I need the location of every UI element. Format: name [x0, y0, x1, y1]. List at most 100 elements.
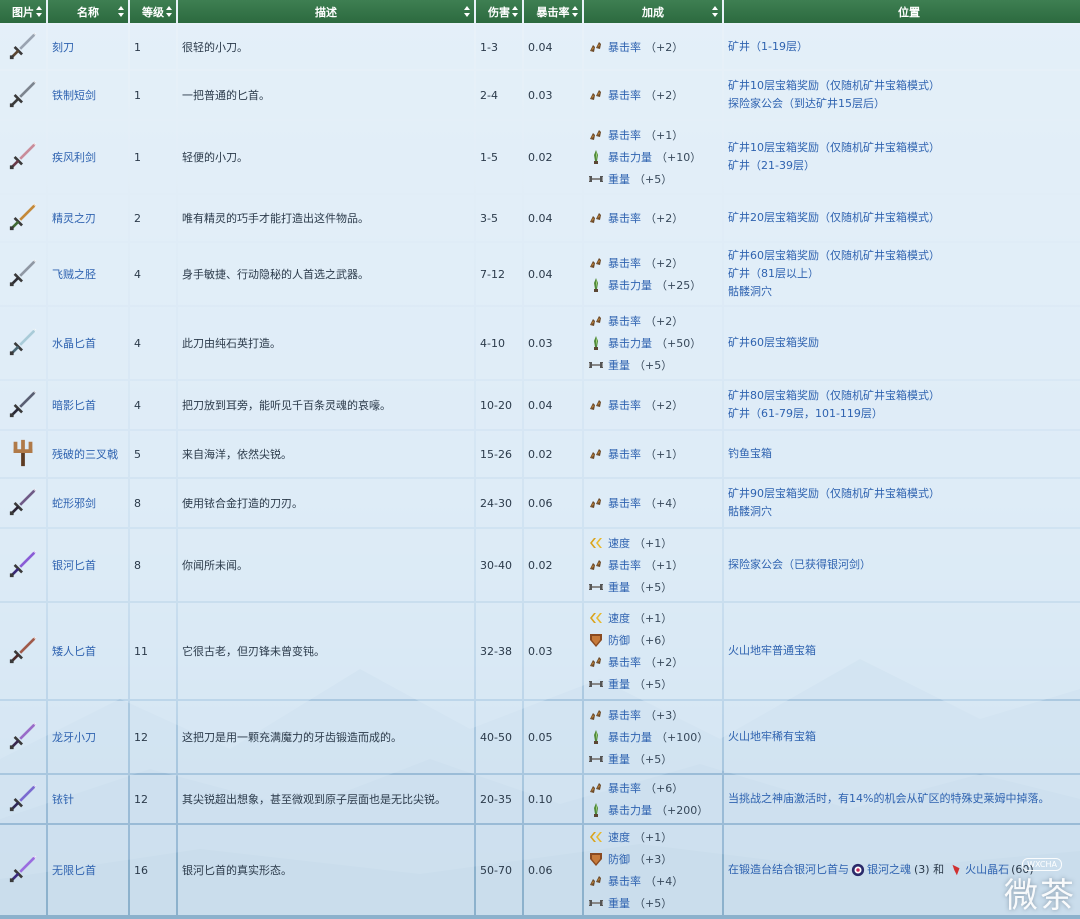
column-header-desc[interactable]: 描述	[178, 0, 474, 23]
weapon-name-link[interactable]: 飞贼之胫	[48, 243, 128, 305]
weapon-name-link[interactable]: 水晶匕首	[48, 307, 128, 379]
location-link[interactable]: 火山地牢稀有宝箱	[728, 730, 816, 743]
column-header-crit[interactable]: 暴击率	[524, 0, 582, 23]
location-link[interactable]: 当挑战之神庙激活时，有14%的机会从矿区的特殊史莱姆中掉落。	[728, 792, 1049, 805]
weapon-name-link[interactable]: 刻刀	[48, 25, 128, 69]
bonus-name-link[interactable]: 重量	[608, 579, 630, 595]
location-link[interactable]: 矿井10层宝箱奖励（仅随机矿井宝箱模式）	[728, 141, 940, 154]
bonus-name-link[interactable]: 暴击力量	[608, 335, 652, 351]
location-link[interactable]: 探险家公会（已获得银河剑）	[728, 558, 871, 571]
weapon-name-link[interactable]: 银河匕首	[48, 529, 128, 601]
dagger-icon[interactable]	[8, 783, 38, 813]
dagger-icon[interactable]	[8, 202, 38, 232]
weapon-name-link[interactable]: 矮人匕首	[48, 603, 128, 699]
weapon-name-link[interactable]: 无限匕首	[48, 825, 128, 915]
location-link[interactable]: 矿井（61-79层，101-119层）	[728, 407, 883, 420]
sort-icon[interactable]	[118, 6, 125, 17]
dagger-icon[interactable]	[8, 327, 38, 357]
location-link[interactable]: 矿井10层宝箱奖励（仅随机矿井宝箱模式）	[728, 79, 940, 92]
bonus-name-link[interactable]: 暴击率	[608, 495, 641, 511]
bonus-name-link[interactable]: 暴击率	[608, 313, 641, 329]
dagger-icon[interactable]	[8, 635, 38, 665]
bonus-name-link[interactable]: 重量	[608, 895, 630, 911]
bonus-name-link[interactable]: 重量	[608, 357, 630, 373]
galaxy-soul-link[interactable]: 银河之魂	[867, 863, 911, 876]
weapon-damage: 20-35	[476, 775, 522, 823]
bonus-name-link[interactable]: 暴击率	[608, 210, 641, 226]
dagger-icon[interactable]	[8, 141, 38, 171]
dagger-icon[interactable]	[8, 721, 38, 751]
location-link[interactable]: 矿井90层宝箱奖励（仅随机矿井宝箱模式）	[728, 487, 940, 500]
column-header-damage[interactable]: 伤害	[476, 0, 522, 23]
bonus-item: 暴击率 （+4）	[588, 870, 718, 892]
bonus-name-link[interactable]: 暴击率	[608, 127, 641, 143]
bonus-name-link[interactable]: 防御	[608, 632, 630, 648]
weapon-name-link[interactable]: 精灵之刃	[48, 195, 128, 241]
bonus-name-link[interactable]: 暴击力量	[608, 277, 652, 293]
location-link[interactable]: 矿井20层宝箱奖励（仅随机矿井宝箱模式）	[728, 211, 940, 224]
bonus-name-link[interactable]: 重量	[608, 751, 630, 767]
bonus-name-link[interactable]: 速度	[608, 829, 630, 845]
location-link[interactable]: 探险家公会（到达矿井15层后）	[728, 97, 885, 110]
location-link[interactable]: 钓鱼宝箱	[728, 447, 772, 460]
column-header-name[interactable]: 名称	[48, 0, 128, 23]
bonus-name-link[interactable]: 重量	[608, 676, 630, 692]
bonus-name-link[interactable]: 暴击率	[608, 873, 641, 889]
dagger-icon[interactable]	[8, 487, 38, 517]
dagger-icon[interactable]	[8, 549, 38, 579]
bonus-name-link[interactable]: 暴击率	[608, 446, 641, 462]
dagger-icon[interactable]	[8, 854, 38, 884]
location-link[interactable]: 矿井60层宝箱奖励（仅随机矿井宝箱模式）	[728, 249, 940, 262]
bonus-name-link[interactable]: 速度	[608, 610, 630, 626]
bonus-name-link[interactable]: 暴击率	[608, 397, 641, 413]
dagger-icon[interactable]	[8, 31, 38, 61]
bonus-name-link[interactable]: 暴击率	[608, 707, 641, 723]
volcano-stone-link[interactable]: 火山晶石	[965, 863, 1009, 876]
location-link[interactable]: 矿井（1-19层）	[728, 40, 808, 53]
weapon-name-link[interactable]: 疾风利剑	[48, 121, 128, 193]
location-link[interactable]: 在锻造台结合银河匕首与	[728, 863, 849, 876]
bonus-name-link[interactable]: 暴击率	[608, 654, 641, 670]
bonus-name-link[interactable]: 暴击力量	[608, 149, 652, 165]
bonus-name-link[interactable]: 重量	[608, 171, 630, 187]
sort-icon[interactable]	[512, 6, 519, 17]
sort-icon[interactable]	[572, 6, 579, 17]
location-link[interactable]: 矿井（21-39层）	[728, 159, 815, 172]
location-link[interactable]: 矿井（81层以上）	[728, 267, 819, 280]
speed-icon	[590, 613, 602, 623]
location-link[interactable]: 骷髅洞穴	[728, 505, 772, 518]
dagger-icon[interactable]	[8, 258, 38, 288]
bonus-name-link[interactable]: 暴击力量	[608, 802, 652, 818]
bonus-name-link[interactable]: 防御	[608, 851, 630, 867]
weapon-name-link[interactable]: 铁制短剑	[48, 71, 128, 119]
weapon-name-link[interactable]: 残破的三叉戟	[48, 431, 128, 477]
bonus-name-link[interactable]: 暴击率	[608, 557, 641, 573]
weapon-name-link[interactable]: 铱针	[48, 775, 128, 823]
location-link[interactable]: 矿井80层宝箱奖励（仅随机矿井宝箱模式）	[728, 389, 940, 402]
dagger-icon[interactable]	[8, 389, 38, 419]
bonus-name-link[interactable]: 暴击力量	[608, 729, 652, 745]
crit-chance-icon	[590, 498, 601, 508]
bonus-name-link[interactable]: 暴击率	[608, 780, 641, 796]
column-header-level[interactable]: 等级	[130, 0, 176, 23]
location-link[interactable]: 火山地牢普通宝箱	[728, 644, 816, 657]
location-link[interactable]: 矿井60层宝箱奖励	[728, 336, 819, 349]
dagger-icon[interactable]	[8, 79, 38, 109]
sort-icon[interactable]	[166, 6, 173, 17]
bonus-name-link[interactable]: 暴击率	[608, 87, 641, 103]
column-header-location[interactable]: 位置	[724, 0, 1080, 23]
column-header-pic[interactable]: 图片	[0, 0, 46, 23]
weapon-name-link[interactable]: 龙牙小刀	[48, 701, 128, 773]
column-header-bonus[interactable]: 加成	[584, 0, 722, 23]
bonus-name-link[interactable]: 速度	[608, 535, 630, 551]
trident-icon[interactable]	[8, 438, 38, 468]
weapon-name-link[interactable]: 蛇形邪剑	[48, 479, 128, 527]
sort-icon[interactable]	[712, 6, 719, 17]
sort-icon[interactable]	[464, 6, 471, 17]
location-link[interactable]: 骷髅洞穴	[728, 285, 772, 298]
bonus-name-link[interactable]: 暴击率	[608, 39, 641, 55]
bonus-name-link[interactable]: 暴击率	[608, 255, 641, 271]
sort-icon[interactable]	[36, 6, 43, 17]
bonus-value: （+3）	[645, 709, 684, 722]
weapon-name-link[interactable]: 暗影匕首	[48, 381, 128, 429]
